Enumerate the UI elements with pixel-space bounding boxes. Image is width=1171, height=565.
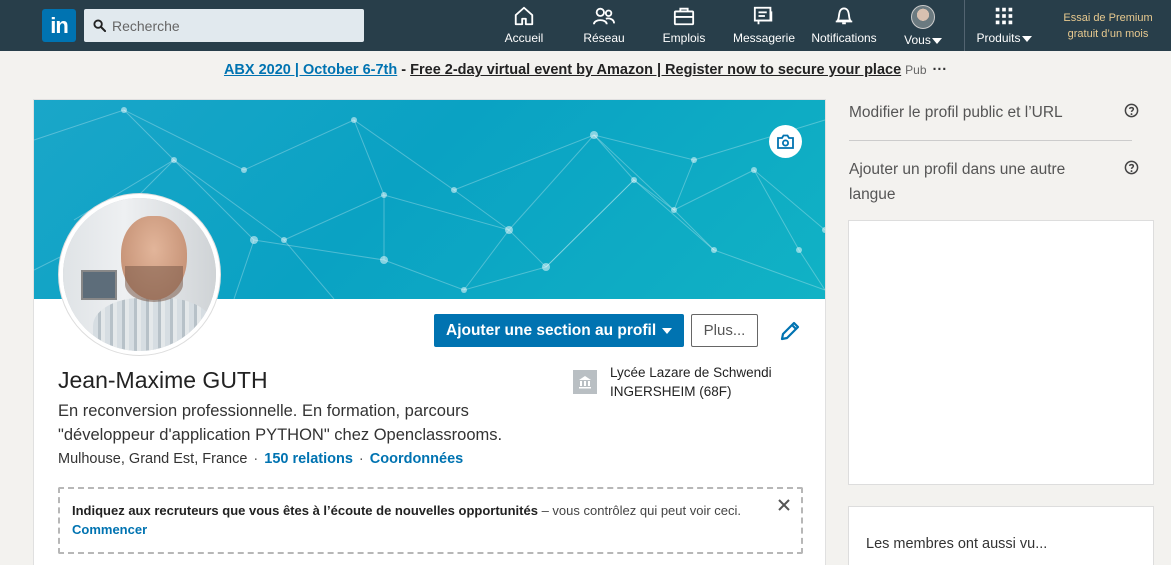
nav-notifications[interactable]: Notifications xyxy=(808,5,880,47)
more-button[interactable]: Plus... xyxy=(691,314,758,347)
ad-tag: Pub xyxy=(905,63,927,77)
bell-icon xyxy=(835,7,853,25)
briefcase-icon xyxy=(673,7,695,26)
ad-separator: - xyxy=(397,62,411,78)
nav-notifications-label: Notifications xyxy=(811,31,877,45)
photo-beard xyxy=(125,266,183,302)
search-icon xyxy=(93,19,106,32)
nav-jobs[interactable]: Emplois xyxy=(658,5,710,47)
connections-link[interactable]: 150 relations xyxy=(264,451,353,467)
camera-icon xyxy=(777,134,794,149)
contact-info-link[interactable]: Coordonnées xyxy=(370,451,463,467)
help-icon[interactable] xyxy=(1124,160,1139,175)
messaging-icon xyxy=(753,6,773,25)
caret-down-icon xyxy=(662,327,673,334)
profile-card: Ajouter une section au profil Plus... Je… xyxy=(33,99,826,565)
add-profile-section-label: Ajouter une section au profil xyxy=(446,322,657,339)
school-name-line-2: INGERSHEIM (68F) xyxy=(610,384,732,399)
people-also-viewed-title: Les membres ont aussi vu... xyxy=(866,536,1048,552)
photo-monitor xyxy=(81,270,117,300)
profile-location: Mulhouse, Grand Est, France xyxy=(58,451,248,467)
separator-dot: · xyxy=(253,451,259,467)
school-logo xyxy=(573,370,597,394)
nav-messaging-label: Messagerie xyxy=(732,31,796,45)
avatar xyxy=(911,5,935,29)
nav-network[interactable]: Réseau xyxy=(578,5,630,47)
school-name-line-1: Lycée Lazare de Schwendi xyxy=(610,365,772,380)
caret-down-icon xyxy=(1021,35,1032,42)
open-to-work-notice: Indiquez aux recruteurs que vous êtes à … xyxy=(58,487,803,554)
nav-products-label: Produits xyxy=(976,31,1021,45)
ad-text[interactable]: Free 2-day virtual event by Amazon | Reg… xyxy=(410,62,901,78)
ad-more-icon[interactable]: ··· xyxy=(933,62,948,78)
profile-headline: En reconversion professionnelle. En form… xyxy=(58,402,503,444)
edit-cover-button[interactable] xyxy=(769,125,802,158)
school-building-icon xyxy=(579,376,591,389)
help-icon[interactable] xyxy=(1124,103,1139,118)
premium-trial-link[interactable]: Essai de Premium gratuit d’un mois xyxy=(1052,10,1164,42)
edit-pencil-icon[interactable] xyxy=(778,319,802,343)
grid-icon xyxy=(995,7,1013,25)
search-box[interactable] xyxy=(84,9,364,42)
notice-dash: – xyxy=(537,503,553,518)
add-profile-section-button[interactable]: Ajouter une section au profil xyxy=(434,314,684,347)
search-input[interactable] xyxy=(112,9,357,42)
home-icon xyxy=(514,6,534,26)
close-icon[interactable] xyxy=(776,497,792,513)
profile-meta: Mulhouse, Grand Est, France · 150 relation… xyxy=(58,451,463,467)
profile-photo[interactable] xyxy=(59,194,220,355)
nav-home[interactable]: Accueil xyxy=(498,5,550,47)
nav-products[interactable]: Produits xyxy=(972,5,1036,47)
nav-divider xyxy=(964,0,965,51)
linkedin-logo[interactable]: in xyxy=(42,9,76,42)
nav-me[interactable]: Vous xyxy=(898,5,948,47)
get-started-link[interactable]: Commencer xyxy=(72,522,147,537)
nav-network-label: Réseau xyxy=(583,31,625,45)
add-language-profile-link[interactable]: Ajouter un profil dans une autre langue xyxy=(849,157,1109,207)
network-icon xyxy=(593,7,615,25)
sponsored-banner: ABX 2020 | October 6-7th - Free 2-day vi… xyxy=(0,62,1171,78)
top-navigation-bar: in Accueil Réseau Emplois Messagerie Not… xyxy=(0,0,1171,51)
separator-dot: · xyxy=(358,451,364,467)
nav-home-label: Accueil xyxy=(504,31,544,45)
premium-line-2: gratuit d’un mois xyxy=(1067,28,1149,40)
edit-public-profile-link[interactable]: Modifier le profil public et l’URL xyxy=(849,100,1063,125)
notice-text: vous contrôlez qui peut voir ceci. xyxy=(552,503,742,518)
nav-messaging[interactable]: Messagerie xyxy=(730,5,798,47)
ad-link[interactable]: ABX 2020 | October 6-7th xyxy=(224,62,397,78)
notice-title: Indiquez aux recruteurs que vous êtes à … xyxy=(72,503,538,518)
sidebar-divider xyxy=(849,140,1132,141)
people-also-viewed-card: Les membres ont aussi vu... xyxy=(848,506,1154,565)
sidebar-ad-box xyxy=(848,220,1154,485)
nav-jobs-label: Emplois xyxy=(662,31,706,45)
caret-down-icon xyxy=(931,37,942,44)
nav-me-label: Vous xyxy=(904,33,931,47)
premium-line-1: Essai de Premium xyxy=(1063,12,1153,24)
profile-name: Jean-Maxime GUTH xyxy=(58,367,268,393)
school-name: Lycée Lazare de Schwendi INGERSHEIM (68F… xyxy=(610,363,772,401)
photo-shirt xyxy=(93,298,213,351)
